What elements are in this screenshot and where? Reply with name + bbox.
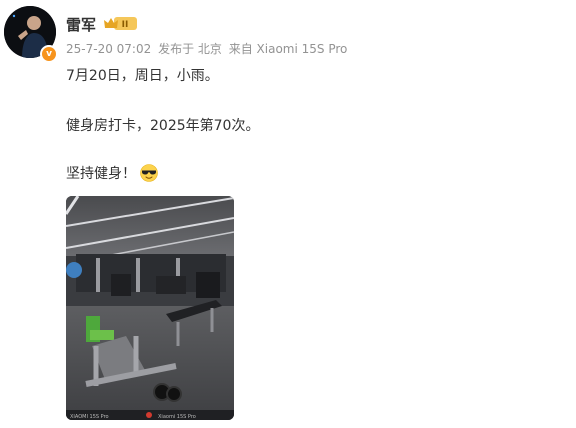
post-photo[interactable]: XIAOMI 15S Pro Xiaomi 15S Pro [66,196,234,420]
verified-icon: v [40,45,58,63]
post-meta: 25-7-20 07:02 发布于 北京 来自 Xiaomi 15S Pro [66,40,350,57]
content-line-3-text: 坚持健身！ [66,166,136,182]
post-location: 发布于 北京 [158,42,222,56]
vip-badge-text: II [122,20,129,30]
author-name[interactable]: 雷军 [66,14,96,35]
post-time[interactable]: 25-7-20 07:02 [66,42,151,56]
sunglasses-emoji-icon [140,164,158,182]
photo-caption-left: XIAOMI 15S Pro [70,414,109,420]
weibo-post: v 雷军 II 25-7-20 07:02 发布于 北京 来自 Xiaomi 1… [0,0,576,428]
post-source: 来自 Xiaomi 15S Pro [228,42,348,56]
content-line-2: 健身房打卡，2025年第70次。 [66,118,260,134]
content-line-3: 坚持健身！ [66,164,158,184]
photo-caption-right: Xiaomi 15S Pro [158,414,196,420]
vip-crown-icon[interactable]: II [103,16,137,31]
content-line-1: 7月20日，周日，小雨。 [66,68,219,84]
